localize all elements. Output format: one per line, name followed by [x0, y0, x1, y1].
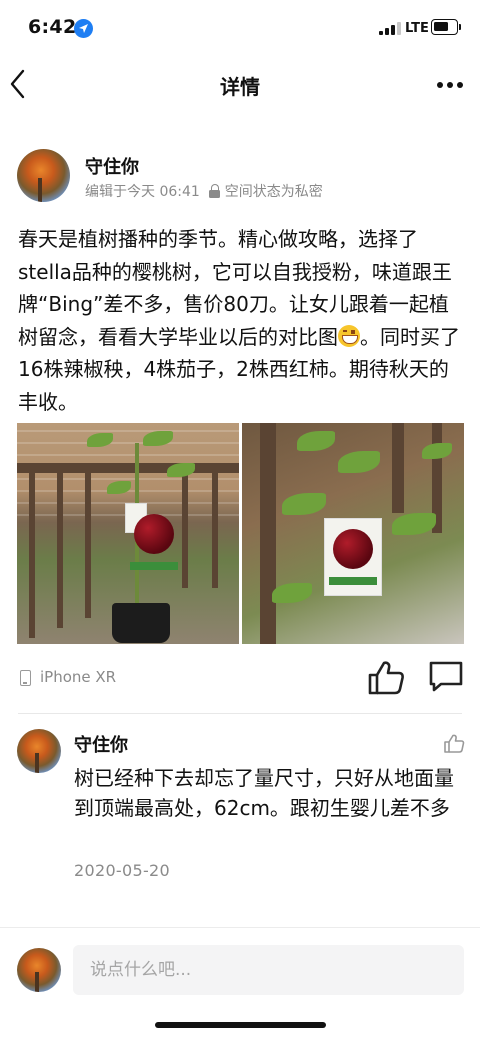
flower-pot [112, 603, 170, 643]
more-horizontal-icon [437, 82, 443, 88]
post-photo-1[interactable] [17, 423, 239, 644]
status-time: 6:42 [28, 16, 77, 38]
device-label: iPhone XR [40, 668, 117, 686]
battery-icon [431, 19, 458, 35]
cherry-plant-tag [324, 518, 382, 596]
comment-icon [429, 661, 463, 692]
post-photo-2[interactable] [242, 423, 464, 644]
comment-date: 2020-05-20 [74, 861, 170, 880]
cellular-signal-icon [379, 22, 401, 35]
battery-tip [459, 24, 461, 30]
grinning-face-icon [338, 324, 360, 347]
status-bar: 6:42 LTE [0, 0, 480, 56]
thumbs-up-icon [444, 734, 465, 753]
comment-text: 树已经种下去却忘了量尺寸，只好从地面量到顶端最高处，62cm。跟初生婴儿差不多 [74, 766, 454, 820]
comment-author[interactable]: 守住你 [74, 731, 128, 757]
post-meta: 编辑于今天 06:41 空间状态为私密 [85, 181, 323, 201]
comment-avatar[interactable] [17, 729, 61, 773]
post-text: 春天是植树播种的季节。精心做攻略，选择了stella品种的樱桃树，它可以自我授粉… [18, 223, 464, 418]
battery-level [434, 22, 448, 31]
page-title: 详情 [220, 75, 260, 99]
bottom-divider [0, 927, 480, 928]
lock-icon [208, 184, 221, 198]
privacy-status: 空间状态为私密 [224, 184, 323, 200]
author-name[interactable]: 守住你 [85, 153, 139, 179]
post-actions: iPhone XR [18, 661, 463, 700]
location-arrow-icon [74, 19, 93, 38]
like-button[interactable] [366, 658, 406, 698]
thumbs-up-icon [368, 661, 404, 695]
home-indicator[interactable] [155, 1022, 326, 1028]
divider [18, 713, 462, 714]
my-avatar [17, 948, 61, 992]
comment-button[interactable] [428, 659, 464, 695]
more-button[interactable] [432, 70, 468, 100]
comment-input[interactable] [73, 945, 464, 995]
avatar[interactable] [17, 149, 70, 202]
comment-like-button[interactable] [443, 733, 465, 755]
phone-icon [20, 670, 31, 686]
network-type: LTE [405, 21, 429, 36]
edited-time: 编辑于今天 06:41 [85, 184, 200, 200]
nav-bar: 详情 [0, 58, 480, 112]
